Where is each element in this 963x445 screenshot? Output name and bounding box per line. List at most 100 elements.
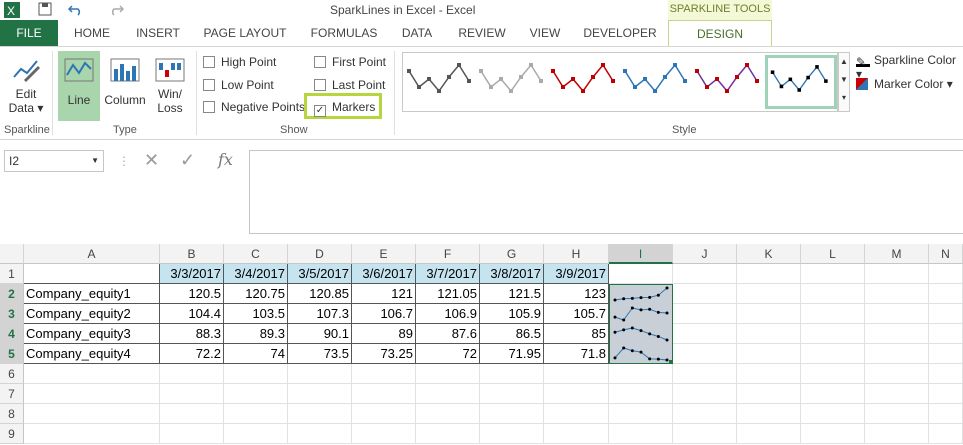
- cell[interactable]: [737, 344, 801, 364]
- cell[interactable]: [609, 364, 673, 384]
- gallery-scrollbar[interactable]: ▲ ▼ ▾: [838, 52, 850, 112]
- name-box-dropdown-icon[interactable]: ▼: [91, 151, 99, 171]
- cell[interactable]: [737, 384, 801, 404]
- markers-box[interactable]: ✓: [314, 105, 326, 117]
- cell[interactable]: [24, 404, 160, 424]
- cell[interactable]: [544, 384, 609, 404]
- date-header-cell[interactable]: 3/5/2017: [288, 264, 352, 284]
- value-cell[interactable]: 90.1: [288, 324, 352, 344]
- cell[interactable]: [865, 324, 929, 344]
- cell[interactable]: [929, 284, 963, 304]
- line-type-button[interactable]: Line: [58, 51, 100, 121]
- date-header-cell[interactable]: 3/8/2017: [480, 264, 544, 284]
- row-header-7[interactable]: 7: [0, 384, 24, 404]
- cell[interactable]: [24, 364, 160, 384]
- cell[interactable]: [801, 364, 865, 384]
- value-cell[interactable]: 120.85: [288, 284, 352, 304]
- cell[interactable]: [480, 384, 544, 404]
- sparkline-color-button[interactable]: ✎ Sparkline Color ▾: [856, 53, 960, 81]
- cell[interactable]: [160, 404, 224, 424]
- row-header-4[interactable]: 4: [0, 324, 24, 344]
- cell[interactable]: [801, 424, 865, 444]
- company-name-cell[interactable]: Company_equity2: [24, 304, 160, 324]
- cell[interactable]: [288, 384, 352, 404]
- row-header-8[interactable]: 8: [0, 404, 24, 424]
- value-cell[interactable]: 120.75: [224, 284, 288, 304]
- value-cell[interactable]: 106.7: [352, 304, 416, 324]
- row-header-9[interactable]: 9: [0, 424, 24, 444]
- cancel-icon[interactable]: ✕: [144, 150, 159, 171]
- value-cell[interactable]: 103.5: [224, 304, 288, 324]
- cell[interactable]: [24, 384, 160, 404]
- cell[interactable]: [352, 384, 416, 404]
- tab-developer[interactable]: DEVELOPER: [578, 20, 662, 46]
- tab-review[interactable]: REVIEW: [452, 20, 512, 46]
- cell[interactable]: [673, 404, 737, 424]
- cell[interactable]: [160, 364, 224, 384]
- value-cell[interactable]: 106.9: [416, 304, 480, 324]
- high-point-box[interactable]: [203, 56, 215, 68]
- sparkline-style-1[interactable]: [405, 55, 477, 109]
- value-cell[interactable]: 121.05: [416, 284, 480, 304]
- value-cell[interactable]: 74: [224, 344, 288, 364]
- tab-data[interactable]: DATA: [392, 20, 442, 46]
- value-cell[interactable]: 120.5: [160, 284, 224, 304]
- cell[interactable]: [929, 364, 963, 384]
- value-cell[interactable]: 105.7: [544, 304, 609, 324]
- cell[interactable]: [865, 384, 929, 404]
- last-point-checkbox[interactable]: Last Point: [314, 78, 385, 94]
- cell[interactable]: [416, 424, 480, 444]
- value-cell[interactable]: 104.4: [160, 304, 224, 324]
- value-cell[interactable]: 121.5: [480, 284, 544, 304]
- enter-icon[interactable]: ✓: [180, 150, 195, 171]
- cell[interactable]: [737, 264, 801, 284]
- cell[interactable]: [609, 404, 673, 424]
- column-header-l[interactable]: L: [801, 244, 865, 264]
- cell[interactable]: [737, 324, 801, 344]
- value-cell[interactable]: 89: [352, 324, 416, 344]
- cell[interactable]: [224, 364, 288, 384]
- cell[interactable]: [673, 304, 737, 324]
- date-header-cell[interactable]: 3/9/2017: [544, 264, 609, 284]
- cell[interactable]: [673, 424, 737, 444]
- save-icon[interactable]: [38, 2, 52, 16]
- tab-insert[interactable]: INSERT: [130, 20, 186, 46]
- row-header-1[interactable]: 1: [0, 264, 24, 284]
- tab-view[interactable]: VIEW: [522, 20, 568, 46]
- sparkline-style-5[interactable]: [693, 55, 765, 109]
- date-header-cell[interactable]: 3/6/2017: [352, 264, 416, 284]
- value-cell[interactable]: 71.8: [544, 344, 609, 364]
- company-name-cell[interactable]: Company_equity4: [24, 344, 160, 364]
- value-cell[interactable]: 72.2: [160, 344, 224, 364]
- cell[interactable]: [544, 424, 609, 444]
- marker-color-button[interactable]: Marker Color ▾: [856, 77, 960, 95]
- row-header-5[interactable]: 5: [0, 344, 24, 364]
- cell[interactable]: [609, 264, 673, 284]
- column-header-j[interactable]: J: [673, 244, 737, 264]
- cell[interactable]: [929, 404, 963, 424]
- gallery-scroll-up-icon[interactable]: ▲: [839, 53, 849, 71]
- first-point-box[interactable]: [314, 56, 326, 68]
- cell[interactable]: [929, 304, 963, 324]
- company-name-cell[interactable]: Company_equity3: [24, 324, 160, 344]
- cell[interactable]: [929, 324, 963, 344]
- cell[interactable]: [544, 404, 609, 424]
- date-header-cell[interactable]: 3/3/2017: [160, 264, 224, 284]
- gallery-more-icon[interactable]: ▾: [839, 89, 849, 107]
- fill-handle[interactable]: [669, 360, 673, 364]
- value-cell[interactable]: 72: [416, 344, 480, 364]
- row-header-6[interactable]: 6: [0, 364, 24, 384]
- cell[interactable]: [609, 384, 673, 404]
- cell[interactable]: [673, 264, 737, 284]
- cell[interactable]: [352, 364, 416, 384]
- undo-icon[interactable]: [68, 2, 84, 16]
- column-header-h[interactable]: H: [544, 244, 609, 264]
- column-type-button[interactable]: Column: [104, 51, 146, 121]
- cell[interactable]: [288, 424, 352, 444]
- cell[interactable]: [801, 284, 865, 304]
- row-header-3[interactable]: 3: [0, 304, 24, 324]
- insert-function-icon[interactable]: fx: [218, 150, 233, 169]
- column-header-k[interactable]: K: [737, 244, 801, 264]
- cell[interactable]: [416, 404, 480, 424]
- cell[interactable]: [865, 424, 929, 444]
